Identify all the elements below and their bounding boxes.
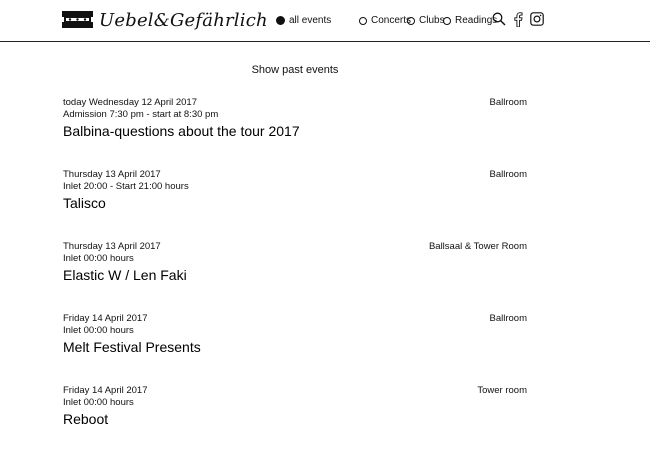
filter-all-events[interactable]: all events [276, 15, 331, 26]
event-venue: Ballroom [489, 169, 528, 180]
event-admission: Admission 7:30 pm - start at 8:30 pm [63, 109, 219, 120]
event-admission: Inlet 20:00 - Start 21:00 hours [63, 181, 189, 192]
event-admission: Inlet 00:00 hours [63, 325, 134, 336]
filter-clubs-label: Clubs [419, 15, 445, 26]
event-date: Friday 14 April 2017 [63, 385, 148, 396]
event-date: today Wednesday 12 April 2017 [63, 97, 197, 108]
filter-clubs[interactable]: Clubs [407, 15, 445, 26]
event-title[interactable]: Reboot [63, 410, 527, 428]
show-past-events-link[interactable]: Show past events [0, 64, 590, 76]
event-item[interactable]: Thursday 13 April 2017 Inlet 20:00 - Sta… [63, 169, 527, 241]
event-date: Friday 14 April 2017 [63, 313, 148, 324]
event-venue: Ballsaal & Tower Room [428, 241, 527, 252]
razor-blade-icon [62, 11, 93, 28]
site-header: Uebel&Gefährlich all events Concerts Clu… [0, 0, 650, 42]
event-venue: Ballroom [489, 97, 528, 108]
radio-icon [359, 16, 367, 25]
filter-concerts[interactable]: Concerts [359, 15, 411, 26]
filter-concerts-label: Concerts [371, 15, 412, 26]
filter-readings[interactable]: Readings [443, 15, 497, 26]
event-title[interactable]: Melt Festival Presents [63, 338, 527, 356]
event-title[interactable]: Talisco [63, 194, 527, 212]
site-logo[interactable]: Uebel&Gefährlich [62, 8, 268, 31]
radio-icon [407, 16, 415, 25]
event-title[interactable]: Elastic W / Len Faki [63, 266, 527, 284]
event-item[interactable]: today Wednesday 12 April 2017 Admission … [63, 97, 527, 169]
event-item[interactable]: Thursday 13 April 2017 Inlet 00:00 hours… [63, 241, 527, 313]
event-list: today Wednesday 12 April 2017 Admission … [63, 97, 527, 457]
event-item[interactable]: Friday 14 April 2017 Inlet 00:00 hours R… [63, 385, 527, 457]
logo-wordmark: Uebel&Gefährlich [99, 10, 268, 31]
event-title[interactable]: Balbina-questions about the tour 2017 [63, 122, 527, 140]
facebook-icon[interactable] [510, 11, 526, 27]
event-admission: Inlet 00:00 hours [63, 253, 134, 264]
event-date: Thursday 13 April 2017 [63, 169, 161, 180]
search-icon[interactable] [491, 11, 507, 27]
event-admission: Inlet 00:00 hours [63, 397, 134, 408]
instagram-icon[interactable] [529, 11, 545, 27]
radio-icon [443, 16, 451, 25]
event-venue: Ballroom [489, 313, 528, 324]
event-venue: Tower room [477, 385, 527, 396]
event-item[interactable]: Friday 14 April 2017 Inlet 00:00 hours M… [63, 313, 527, 385]
radio-selected-icon [276, 16, 285, 25]
filter-all-events-label: all events [289, 15, 332, 26]
